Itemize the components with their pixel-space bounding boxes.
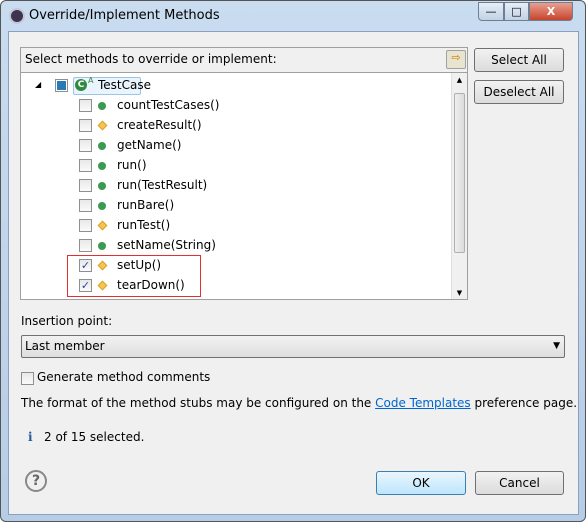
- protected-method-icon: [97, 220, 108, 231]
- method-checkbox[interactable]: [79, 239, 92, 252]
- tree-item[interactable]: runTest(): [21, 215, 451, 235]
- public-method-icon: [98, 202, 106, 210]
- method-label: runTest(): [117, 218, 171, 232]
- protected-method-icon: [97, 120, 108, 131]
- select-all-button[interactable]: Select All: [474, 48, 564, 72]
- method-label: setName(String): [117, 238, 216, 252]
- code-templates-link[interactable]: Code Templates: [375, 396, 471, 410]
- method-label: countTestCases(): [117, 98, 220, 112]
- highlight-box: [67, 255, 201, 297]
- group-by-type-toggle-icon[interactable]: ⇨: [446, 50, 466, 69]
- tree-item[interactable]: run(TestResult): [21, 175, 451, 195]
- group-label: Select methods to override or implement:: [25, 52, 277, 66]
- tree-item[interactable]: setName(String): [21, 235, 451, 255]
- tree-item[interactable]: createResult(): [21, 115, 451, 135]
- close-button[interactable]: X: [529, 2, 573, 21]
- tree-scrollbar[interactable]: ▲ ▼: [451, 73, 467, 299]
- method-label: run(TestResult): [117, 178, 208, 192]
- info-prefix: The format of the method stubs may be co…: [21, 396, 376, 410]
- dialog-content: Select methods to override or implement:…: [8, 31, 579, 515]
- generate-comments-label[interactable]: Generate method comments: [37, 370, 210, 384]
- root-class-label[interactable]: TestCase: [98, 75, 151, 95]
- chevron-down-icon: ▼: [553, 341, 560, 351]
- expand-triangle-icon[interactable]: ◢: [35, 75, 41, 95]
- info-icon: i: [28, 430, 33, 444]
- abstract-class-icon: C: [75, 79, 87, 91]
- deselect-all-button[interactable]: Deselect All: [474, 80, 564, 104]
- window-title: Override/Implement Methods: [29, 8, 220, 23]
- method-label: createResult(): [117, 118, 202, 132]
- tree-item[interactable]: getName(): [21, 135, 451, 155]
- tree-item[interactable]: countTestCases(): [21, 95, 451, 115]
- eclipse-icon: [9, 8, 25, 24]
- insertion-point-label: Insertion point:: [21, 314, 113, 328]
- maximize-button[interactable]: □: [504, 2, 529, 21]
- method-label: runBare(): [117, 198, 175, 212]
- public-method-icon: [98, 182, 106, 190]
- dialog-window: Override/Implement Methods — □ X Select …: [0, 0, 586, 522]
- public-method-icon: [98, 162, 106, 170]
- help-icon[interactable]: ?: [25, 470, 47, 492]
- method-checkbox[interactable]: [79, 179, 92, 192]
- method-checkbox[interactable]: [79, 199, 92, 212]
- method-checkbox[interactable]: [79, 99, 92, 112]
- public-method-icon: [98, 242, 106, 250]
- method-checkbox[interactable]: [79, 119, 92, 132]
- insertion-point-value: Last member: [25, 339, 105, 353]
- minimize-button[interactable]: —: [478, 2, 504, 21]
- method-checkbox[interactable]: [79, 159, 92, 172]
- root-checkbox[interactable]: [55, 79, 68, 92]
- insertion-point-select[interactable]: Last member ▼: [21, 335, 565, 358]
- method-checkbox[interactable]: [79, 219, 92, 232]
- public-method-icon: [98, 142, 106, 150]
- cancel-button[interactable]: Cancel: [475, 471, 564, 495]
- tree-item[interactable]: run(): [21, 155, 451, 175]
- ok-button[interactable]: OK: [376, 471, 466, 495]
- generate-comments-checkbox[interactable]: [21, 372, 34, 385]
- scrollbar-thumb[interactable]: [454, 93, 465, 253]
- method-checkbox[interactable]: [79, 139, 92, 152]
- public-method-icon: [98, 102, 106, 110]
- info-suffix: preference page.: [470, 396, 578, 410]
- method-label: run(): [117, 158, 147, 172]
- status-text: 2 of 15 selected.: [44, 430, 145, 444]
- method-label: getName(): [117, 138, 182, 152]
- tree-item[interactable]: runBare(): [21, 195, 451, 215]
- info-text: The format of the method stubs may be co…: [21, 396, 577, 410]
